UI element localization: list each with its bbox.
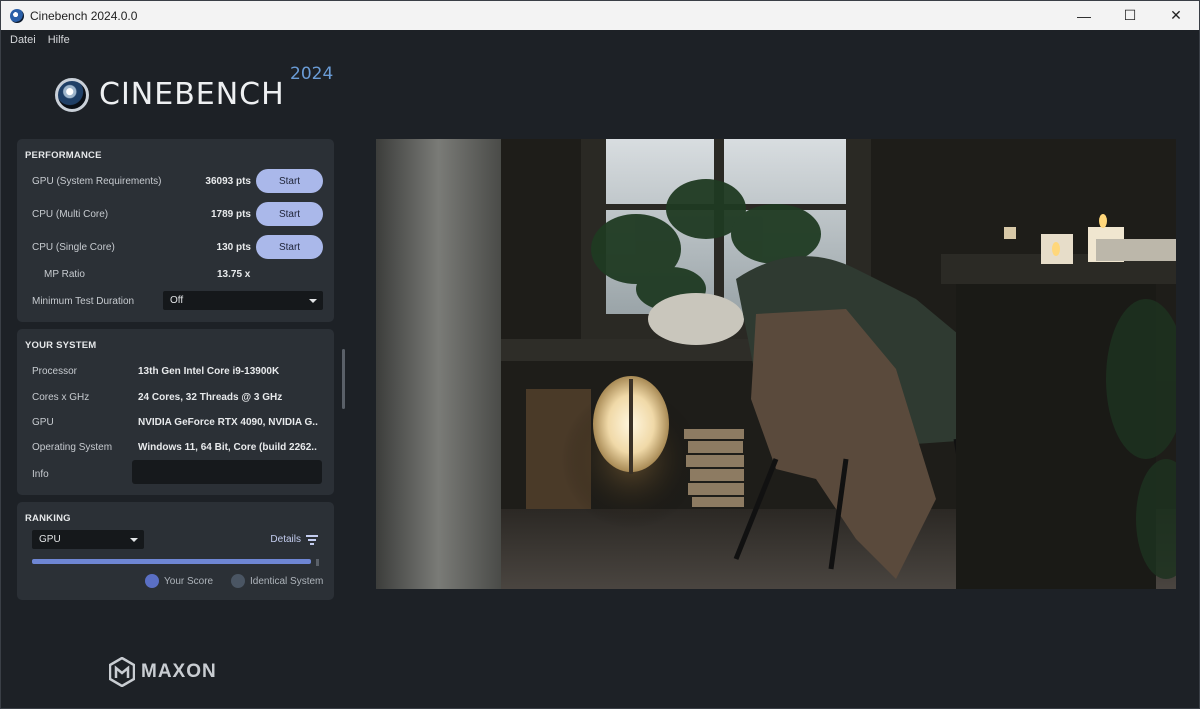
min-duration-value: Off (170, 295, 184, 306)
cpu-multi-score: 1789 pts (210, 209, 251, 220)
performance-title: PERFORMANCE (25, 150, 102, 161)
cpu-single-label: CPU (Single Core) (32, 242, 115, 253)
logo-wordmark: CINEBENCH (99, 77, 285, 112)
render-preview (376, 139, 1176, 589)
cpu-single-score: 130 pts (216, 242, 251, 253)
your-score-label: Your Score (164, 575, 214, 587)
window-controls: — ☐ ✕ (1061, 1, 1199, 30)
legend-identical-system: Identical System (231, 574, 323, 588)
chevron-down-icon (309, 298, 317, 303)
gpu-start-button[interactable]: Start (256, 169, 323, 193)
ranking-panel: RANKING GPU Details Your Score Identical… (17, 502, 334, 600)
menu-hilfe[interactable]: Hilfe (48, 34, 70, 46)
os-value: Windows 11, 64 Bit, Core (build 2262.. (138, 442, 317, 453)
window-title: Cinebench 2024.0.0 (30, 8, 138, 23)
cpu-multi-start-button[interactable]: Start (256, 202, 323, 226)
cores-value: 24 Cores, 32 Threads @ 3 GHz (138, 392, 283, 403)
min-duration-label: Minimum Test Duration (32, 296, 135, 307)
system-panel: YOUR SYSTEM Processor 13th Gen Intel Cor… (17, 329, 334, 495)
cinebench-logo: CINEBENCH (55, 77, 285, 112)
info-label: Info (32, 469, 49, 480)
info-field[interactable] (132, 460, 322, 484)
cpu-multi-label: CPU (Multi Core) (32, 209, 109, 220)
performance-panel: PERFORMANCE GPU (System Requirements) 36… (17, 139, 334, 322)
sidebar-scrollbar[interactable] (342, 349, 345, 409)
ranking-scroll-marker[interactable] (316, 559, 319, 566)
mp-ratio-value: 13.75 x (217, 269, 251, 280)
minimize-button[interactable]: — (1061, 1, 1107, 30)
cpu-single-start-button[interactable]: Start (256, 235, 323, 259)
your-score-dot (145, 574, 159, 588)
system-title: YOUR SYSTEM (25, 340, 97, 351)
maxon-wordmark: MAXON (141, 661, 217, 682)
render-scene-image (376, 139, 1176, 589)
processor-label: Processor (32, 366, 78, 377)
app-window: Cinebench 2024.0.0 — ☐ ✕ Datei Hilfe CIN… (0, 0, 1200, 709)
identical-system-label: Identical System (250, 575, 324, 587)
filter-icon (306, 535, 318, 545)
ranking-type-value: GPU (39, 534, 61, 545)
gpu-value: NVIDIA GeForce RTX 4090, NVIDIA G.. (138, 417, 318, 428)
gpu-score: 36093 pts (205, 176, 251, 187)
maxon-logo: MAXON (109, 657, 217, 687)
os-label: Operating System (32, 442, 113, 453)
details-label: Details (270, 534, 301, 545)
menu-datei[interactable]: Datei (10, 34, 36, 46)
gpu-test-label: GPU (System Requirements) (32, 176, 162, 187)
title-bar: Cinebench 2024.0.0 — ☐ ✕ (1, 1, 1199, 30)
ranking-type-dropdown[interactable]: GPU (32, 530, 144, 549)
maximize-button[interactable]: ☐ (1107, 1, 1153, 30)
close-button[interactable]: ✕ (1153, 1, 1199, 30)
legend-your-score: Your Score (145, 574, 213, 588)
cinebench-logo-icon (55, 77, 89, 112)
min-duration-dropdown[interactable]: Off (163, 291, 323, 310)
cores-label: Cores x GHz (32, 392, 90, 403)
chevron-down-icon (130, 537, 138, 542)
logo-year: 2024 (290, 64, 334, 84)
ranking-title: RANKING (25, 513, 71, 524)
menu-bar: Datei Hilfe (1, 30, 1199, 50)
identical-system-dot (231, 574, 245, 588)
maxon-logo-icon (109, 657, 135, 687)
cinebench-app-icon (10, 8, 24, 23)
mp-ratio-label: MP Ratio (44, 269, 85, 280)
gpu-label: GPU (32, 417, 54, 428)
processor-value: 13th Gen Intel Core i9-13900K (138, 366, 280, 377)
details-button[interactable]: Details (270, 534, 318, 545)
your-score-bar (32, 559, 311, 564)
